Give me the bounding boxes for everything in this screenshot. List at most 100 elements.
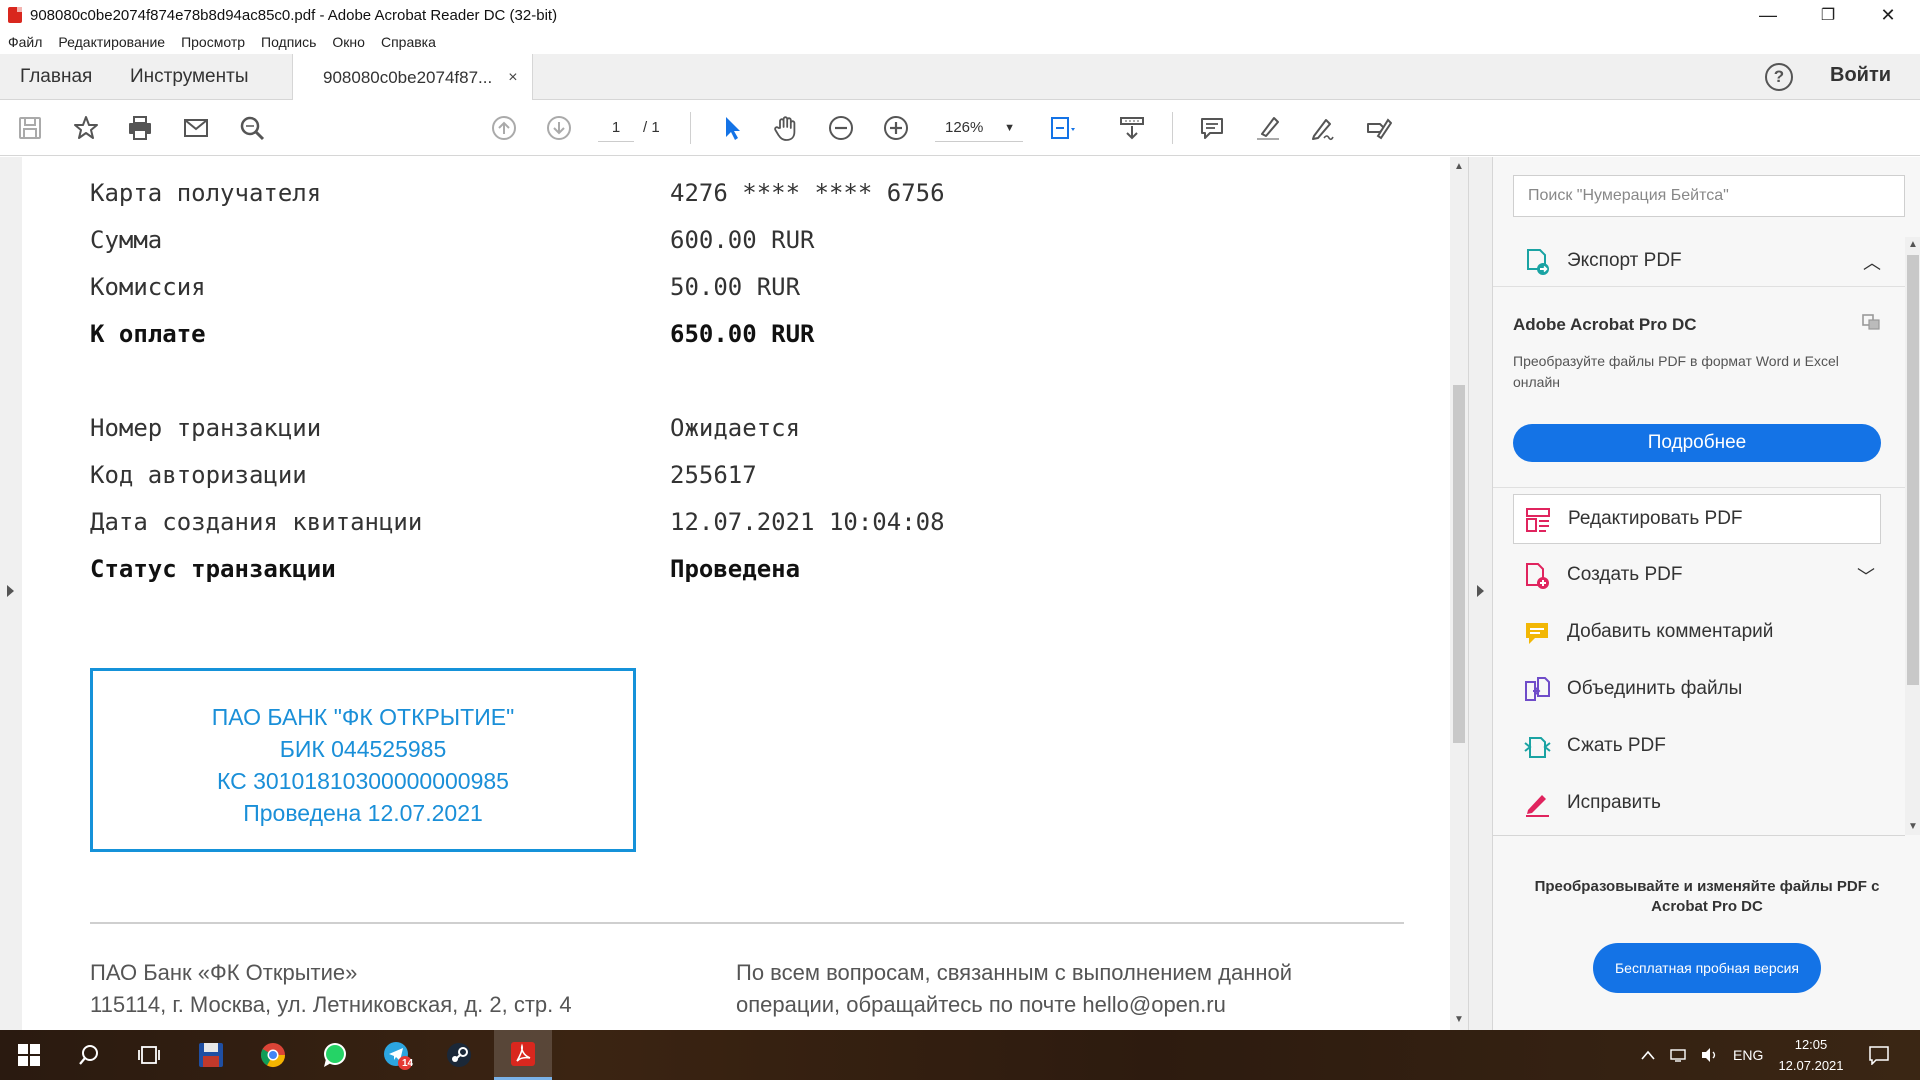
pdf-page: Карта получателя 4276 **** **** 6756 Сум… <box>22 157 1450 1030</box>
footer-bank-info: ПАО Банк «ФК Открытие» 115114, г. Москва… <box>90 957 572 1021</box>
taskbar-app-chrome[interactable] <box>244 1030 302 1080</box>
save-icon[interactable] <box>14 112 46 144</box>
tool-fix[interactable]: Исправить <box>1513 779 1881 829</box>
window-title: 908080c0be2074f874e78b8d94ac85c0.pdf - A… <box>30 6 558 24</box>
taskbar-search-button[interactable] <box>60 1030 118 1080</box>
export-pdf-label: Экспорт PDF <box>1567 250 1682 271</box>
stamp-line: БИК 044525985 <box>279 736 447 762</box>
scroll-down-icon[interactable]: ▼ <box>1908 821 1918 832</box>
fill-sign-icon[interactable] <box>1362 112 1394 144</box>
highlight-icon[interactable] <box>1252 112 1284 144</box>
select-cursor-icon[interactable] <box>716 112 748 144</box>
zoom-out-icon[interactable] <box>825 112 857 144</box>
receipt-row-created-date: Дата создания квитанции 12.07.2021 10:04… <box>90 508 945 536</box>
tools-panel-scrollbar[interactable]: ▲ ▼ <box>1905 237 1920 835</box>
left-panel-toggle[interactable] <box>0 157 22 1030</box>
tray-clock[interactable]: 12:05 12.07.2021 <box>1776 1034 1846 1076</box>
search-icon <box>79 1045 98 1065</box>
menu-file[interactable]: Файл <box>8 34 42 50</box>
page-down-icon[interactable] <box>543 112 575 144</box>
comment-icon <box>1526 623 1548 644</box>
taskbar-app-steam[interactable] <box>430 1030 488 1080</box>
page-up-icon[interactable] <box>488 112 520 144</box>
tab-document[interactable]: 908080c0be2074f87... × <box>292 54 533 101</box>
zoom-in-icon[interactable] <box>880 112 912 144</box>
tool-label: Редактировать PDF <box>1568 508 1743 529</box>
tab-tools[interactable]: Инструменты <box>130 54 248 100</box>
tab-bar: Главная Инструменты 908080c0be2074f87...… <box>0 54 1920 101</box>
tab-home[interactable]: Главная <box>20 54 92 100</box>
receipt-row-amount: Сумма 600.00 RUR <box>90 226 815 254</box>
menu-window[interactable]: Окно <box>332 34 365 50</box>
scroll-up-icon[interactable]: ▲ <box>1454 161 1464 172</box>
menu-edit[interactable]: Редактирование <box>58 34 165 50</box>
chevron-up-icon[interactable]: ︿ <box>1863 249 1881 275</box>
tray-language[interactable]: ENG <box>1733 1030 1763 1080</box>
menu-view[interactable]: Просмотр <box>181 34 245 50</box>
taskbar-app-whatsapp[interactable] <box>306 1030 364 1080</box>
menu-help[interactable]: Справка <box>381 34 436 50</box>
taskbar-app-telegram[interactable]: 14 <box>368 1030 426 1080</box>
stamp-line: Проведена 12.07.2021 <box>243 800 483 826</box>
fit-page-icon[interactable] <box>1046 112 1078 144</box>
row-value: 255617 <box>670 461 757 489</box>
page-number-input[interactable]: 1 <box>598 114 634 142</box>
close-button[interactable]: ✕ <box>1860 0 1916 30</box>
scroll-mode-icon[interactable] <box>1116 112 1148 144</box>
zoom-select[interactable]: 126% ▼ <box>935 114 1023 142</box>
document-area: Карта получателя 4276 **** **** 6756 Сум… <box>0 157 1492 1030</box>
row-value: 4276 **** **** 6756 <box>670 179 945 207</box>
learn-more-button[interactable]: Подробнее <box>1513 424 1881 462</box>
tray-volume[interactable] <box>1700 1030 1720 1080</box>
row-value: 50.00 RUR <box>670 273 801 301</box>
taskbar-app-acrobat[interactable] <box>494 1030 552 1080</box>
tab-close-icon[interactable]: × <box>508 69 517 87</box>
star-icon[interactable] <box>70 112 102 144</box>
restore-button[interactable]: ❐ <box>1800 0 1856 30</box>
menu-bar: Файл Редактирование Просмотр Подпись Окн… <box>0 30 1920 54</box>
free-trial-button[interactable]: Бесплатная пробная версия <box>1593 943 1821 993</box>
scrollbar-thumb[interactable] <box>1453 385 1465 743</box>
document-scrollbar[interactable]: ▲ ▼ <box>1450 157 1468 1030</box>
scrollbar-thumb[interactable] <box>1907 255 1919 685</box>
tool-edit-pdf[interactable]: Редактировать PDF <box>1513 494 1881 544</box>
row-label: Карта получателя <box>90 179 322 207</box>
tool-add-comment[interactable]: Добавить комментарий <box>1513 608 1881 658</box>
footer-line: ПАО Банк «ФК Открытие» <box>90 960 358 985</box>
export-pdf-header[interactable]: Экспорт PDF ︿ <box>1493 235 1905 287</box>
tool-compress-pdf[interactable]: Сжать PDF <box>1513 722 1881 772</box>
task-view-button[interactable] <box>120 1030 178 1080</box>
tray-network[interactable] <box>1668 1030 1688 1080</box>
comment-icon[interactable] <box>1196 112 1228 144</box>
sign-icon[interactable] <box>1306 112 1338 144</box>
notifications-button[interactable] <box>1868 1030 1890 1080</box>
fix-icon <box>1526 795 1549 817</box>
taskbar-app-floppy[interactable] <box>182 1030 240 1080</box>
promo-title: Adobe Acrobat Pro DC <box>1513 315 1697 334</box>
menu-sign[interactable]: Подпись <box>261 34 316 50</box>
start-button[interactable] <box>0 1030 58 1080</box>
tool-combine-files[interactable]: Объединить файлы <box>1513 665 1881 715</box>
tool-create-pdf[interactable]: Создать PDF ﹀ <box>1513 551 1881 601</box>
login-button[interactable]: Войти <box>1830 64 1891 87</box>
row-value: 12.07.2021 10:04:08 <box>670 508 945 536</box>
print-icon[interactable] <box>124 112 156 144</box>
tools-search-input[interactable]: Поиск "Нумерация Бейтса" <box>1513 175 1905 217</box>
steam-icon <box>447 1043 471 1067</box>
right-panel-toggle[interactable] <box>1468 157 1492 1030</box>
acrobat-icon <box>511 1041 535 1066</box>
taskbar: 14 ENG 12:05 12.07.2021 <box>0 1030 1920 1080</box>
hand-tool-icon[interactable] <box>770 112 802 144</box>
chevron-down-icon[interactable]: ﹀ <box>1857 563 1875 589</box>
help-icon[interactable]: ? <box>1765 63 1793 91</box>
search-icon[interactable] <box>236 112 268 144</box>
tray-show-hidden-icon[interactable] <box>1640 1030 1656 1080</box>
scroll-up-icon[interactable]: ▲ <box>1908 239 1918 250</box>
stamp-line: ПАО БАНК "ФК ОТКРЫТИЕ" <box>211 704 515 730</box>
copy-icon[interactable] <box>1861 313 1881 331</box>
email-icon[interactable] <box>180 112 212 144</box>
notification-icon <box>1869 1046 1889 1065</box>
export-pdf-icon <box>1527 249 1549 275</box>
scroll-down-icon[interactable]: ▼ <box>1454 1014 1464 1025</box>
minimize-button[interactable]: — <box>1740 0 1796 30</box>
